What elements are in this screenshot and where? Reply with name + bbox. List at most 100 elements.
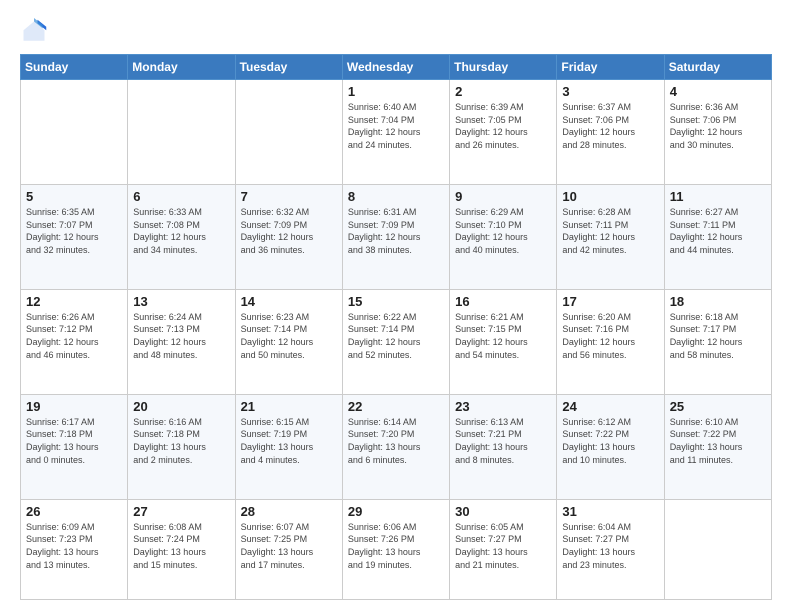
calendar-cell: 6 Sunrise: 6:33 AM Sunset: 7:08 PM Daylig… [128,184,235,289]
day-info: Sunrise: 6:35 AM Sunset: 7:07 PM Dayligh… [26,206,122,256]
day-number: 25 [670,399,766,414]
day-number: 15 [348,294,444,309]
day-info: Sunrise: 6:37 AM Sunset: 7:06 PM Dayligh… [562,101,658,151]
calendar-cell: 29 Sunrise: 6:06 AM Sunset: 7:26 PM Dayli… [342,499,449,599]
calendar-cell: 9 Sunrise: 6:29 AM Sunset: 7:10 PM Daylig… [450,184,557,289]
calendar-cell: 10 Sunrise: 6:28 AM Sunset: 7:11 PM Dayli… [557,184,664,289]
day-number: 27 [133,504,229,519]
day-info: Sunrise: 6:08 AM Sunset: 7:24 PM Dayligh… [133,521,229,571]
day-number: 2 [455,84,551,99]
calendar-cell: 17 Sunrise: 6:20 AM Sunset: 7:16 PM Dayli… [557,289,664,394]
calendar-cell: 24Sunrise: 6:12 AM Sunset: 7:22 PM Dayli… [557,394,664,499]
day-number: 12 [26,294,122,309]
calendar-cell: 21Sunrise: 6:15 AM Sunset: 7:19 PM Dayli… [235,394,342,499]
day-info: Sunrise: 6:21 AM Sunset: 7:15 PM Dayligh… [455,311,551,361]
calendar-cell: 31 Sunrise: 6:04 AM Sunset: 7:27 PM Dayli… [557,499,664,599]
day-number: 4 [670,84,766,99]
calendar-table: SundayMondayTuesdayWednesdayThursdayFrid… [20,54,772,600]
calendar-header-tuesday: Tuesday [235,55,342,80]
day-info: Sunrise: 6:23 AM Sunset: 7:14 PM Dayligh… [241,311,337,361]
day-number: 31 [562,504,658,519]
day-number: 20 [133,399,229,414]
day-number: 26 [26,504,122,519]
day-info: Sunrise: 6:16 AM Sunset: 7:18 PM Dayligh… [133,416,229,466]
calendar-cell: 25 Sunrise: 6:10 AM Sunset: 7:22 PM Dayli… [664,394,771,499]
day-number: 22 [348,399,444,414]
page: SundayMondayTuesdayWednesdayThursdayFrid… [0,0,792,612]
calendar-cell: 8 Sunrise: 6:31 AM Sunset: 7:09 PM Daylig… [342,184,449,289]
calendar-cell: 30 Sunrise: 6:05 AM Sunset: 7:27 PM Dayli… [450,499,557,599]
day-info: Sunrise: 6:10 AM Sunset: 7:22 PM Dayligh… [670,416,766,466]
calendar-cell: 14Sunrise: 6:23 AM Sunset: 7:14 PM Dayli… [235,289,342,394]
day-number: 9 [455,189,551,204]
calendar-cell: 22 Sunrise: 6:14 AM Sunset: 7:20 PM Dayli… [342,394,449,499]
calendar-cell [21,80,128,185]
calendar-week-row: 26 Sunrise: 6:09 AM Sunset: 7:23 PM Dayli… [21,499,772,599]
calendar-header-saturday: Saturday [664,55,771,80]
day-info: Sunrise: 6:31 AM Sunset: 7:09 PM Dayligh… [348,206,444,256]
calendar-cell: 18 Sunrise: 6:18 AM Sunset: 7:17 PM Dayli… [664,289,771,394]
day-info: Sunrise: 6:18 AM Sunset: 7:17 PM Dayligh… [670,311,766,361]
calendar-week-row: 12 Sunrise: 6:26 AM Sunset: 7:12 PM Dayli… [21,289,772,394]
day-info: Sunrise: 6:06 AM Sunset: 7:26 PM Dayligh… [348,521,444,571]
day-info: Sunrise: 6:12 AM Sunset: 7:22 PM Dayligh… [562,416,658,466]
day-info: Sunrise: 6:17 AM Sunset: 7:18 PM Dayligh… [26,416,122,466]
day-info: Sunrise: 6:20 AM Sunset: 7:16 PM Dayligh… [562,311,658,361]
day-info: Sunrise: 6:13 AM Sunset: 7:21 PM Dayligh… [455,416,551,466]
day-info: Sunrise: 6:29 AM Sunset: 7:10 PM Dayligh… [455,206,551,256]
day-number: 18 [670,294,766,309]
day-number: 30 [455,504,551,519]
day-info: Sunrise: 6:39 AM Sunset: 7:05 PM Dayligh… [455,101,551,151]
day-number: 28 [241,504,337,519]
day-number: 3 [562,84,658,99]
day-info: Sunrise: 6:24 AM Sunset: 7:13 PM Dayligh… [133,311,229,361]
day-number: 16 [455,294,551,309]
day-number: 29 [348,504,444,519]
day-info: Sunrise: 6:27 AM Sunset: 7:11 PM Dayligh… [670,206,766,256]
calendar-header-row: SundayMondayTuesdayWednesdayThursdayFrid… [21,55,772,80]
calendar-header-sunday: Sunday [21,55,128,80]
day-number: 10 [562,189,658,204]
day-number: 13 [133,294,229,309]
day-info: Sunrise: 6:33 AM Sunset: 7:08 PM Dayligh… [133,206,229,256]
calendar-cell: 1Sunrise: 6:40 AM Sunset: 7:04 PM Daylig… [342,80,449,185]
calendar-cell: 19Sunrise: 6:17 AM Sunset: 7:18 PM Dayli… [21,394,128,499]
day-number: 5 [26,189,122,204]
calendar-header-thursday: Thursday [450,55,557,80]
calendar-cell [235,80,342,185]
day-info: Sunrise: 6:14 AM Sunset: 7:20 PM Dayligh… [348,416,444,466]
day-info: Sunrise: 6:04 AM Sunset: 7:27 PM Dayligh… [562,521,658,571]
logo-icon [20,18,48,46]
calendar-cell: 7Sunrise: 6:32 AM Sunset: 7:09 PM Daylig… [235,184,342,289]
calendar-cell: 3 Sunrise: 6:37 AM Sunset: 7:06 PM Daylig… [557,80,664,185]
calendar-cell: 2 Sunrise: 6:39 AM Sunset: 7:05 PM Daylig… [450,80,557,185]
calendar-cell [664,499,771,599]
day-number: 23 [455,399,551,414]
day-number: 17 [562,294,658,309]
day-info: Sunrise: 6:28 AM Sunset: 7:11 PM Dayligh… [562,206,658,256]
header [20,18,772,46]
calendar-header-monday: Monday [128,55,235,80]
calendar-week-row: 5 Sunrise: 6:35 AM Sunset: 7:07 PM Daylig… [21,184,772,289]
calendar-week-row: 1Sunrise: 6:40 AM Sunset: 7:04 PM Daylig… [21,80,772,185]
calendar-cell: 15 Sunrise: 6:22 AM Sunset: 7:14 PM Dayli… [342,289,449,394]
calendar-cell: 11 Sunrise: 6:27 AM Sunset: 7:11 PM Dayli… [664,184,771,289]
day-info: Sunrise: 6:22 AM Sunset: 7:14 PM Dayligh… [348,311,444,361]
calendar-cell [128,80,235,185]
day-info: Sunrise: 6:40 AM Sunset: 7:04 PM Dayligh… [348,101,444,151]
day-info: Sunrise: 6:09 AM Sunset: 7:23 PM Dayligh… [26,521,122,571]
day-number: 6 [133,189,229,204]
day-info: Sunrise: 6:15 AM Sunset: 7:19 PM Dayligh… [241,416,337,466]
day-number: 8 [348,189,444,204]
calendar-cell: 4Sunrise: 6:36 AM Sunset: 7:06 PM Daylig… [664,80,771,185]
calendar-cell: 13 Sunrise: 6:24 AM Sunset: 7:13 PM Dayli… [128,289,235,394]
calendar-cell: 16 Sunrise: 6:21 AM Sunset: 7:15 PM Dayli… [450,289,557,394]
calendar-cell: 23 Sunrise: 6:13 AM Sunset: 7:21 PM Dayli… [450,394,557,499]
calendar-header-friday: Friday [557,55,664,80]
day-info: Sunrise: 6:26 AM Sunset: 7:12 PM Dayligh… [26,311,122,361]
day-number: 11 [670,189,766,204]
day-info: Sunrise: 6:32 AM Sunset: 7:09 PM Dayligh… [241,206,337,256]
calendar-header-wednesday: Wednesday [342,55,449,80]
logo [20,18,52,46]
day-info: Sunrise: 6:05 AM Sunset: 7:27 PM Dayligh… [455,521,551,571]
